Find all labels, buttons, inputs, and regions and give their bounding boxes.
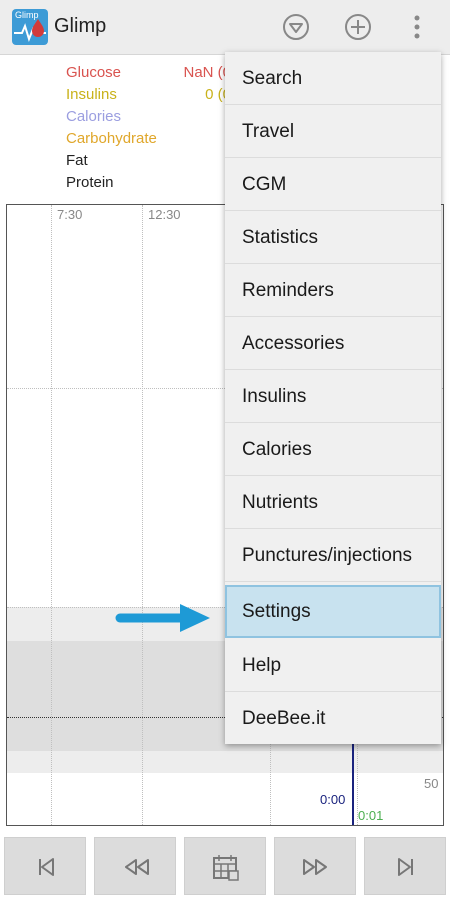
menu-item-cgm[interactable]: CGM bbox=[225, 158, 441, 211]
fast-forward-icon bbox=[303, 859, 327, 875]
skip-to-end-button[interactable] bbox=[364, 837, 446, 895]
menu-item-label: Accessories bbox=[242, 333, 345, 354]
fast-forward-button[interactable] bbox=[274, 837, 356, 895]
calendar-button[interactable] bbox=[184, 837, 266, 895]
summary-row-carbohydrate: Carbohydrate 0 bbox=[66, 128, 236, 150]
app-bar: Glimp Glimp bbox=[0, 0, 450, 55]
menu-item-label: DeeBee.it bbox=[242, 708, 326, 729]
app-title: Glimp bbox=[54, 15, 107, 37]
overflow-menu-icon[interactable] bbox=[410, 12, 424, 42]
summary-label: Fat bbox=[66, 152, 88, 169]
summary-label: Insulins bbox=[66, 86, 117, 103]
menu-item-label: Reminders bbox=[242, 280, 334, 301]
menu-item-label: Travel bbox=[242, 121, 295, 142]
menu-item-label: Settings bbox=[242, 601, 311, 622]
chart-band bbox=[7, 751, 443, 773]
time-tick-label: 7:30 bbox=[57, 207, 83, 222]
menu-item-label: Statistics bbox=[242, 227, 319, 248]
menu-item-calories[interactable]: Calories bbox=[225, 423, 441, 476]
menu-item-statistics[interactable]: Statistics bbox=[225, 211, 441, 264]
grid-line bbox=[142, 205, 143, 825]
menu-item-label: Help bbox=[242, 655, 282, 676]
summary-label: Protein bbox=[66, 174, 114, 191]
time-tick-label: 12:30 bbox=[148, 207, 181, 222]
menu-item-help[interactable]: Help bbox=[225, 639, 441, 692]
arrow-pointer-icon bbox=[115, 604, 210, 632]
menu-item-label: Calories bbox=[242, 439, 312, 460]
grid-line bbox=[51, 205, 52, 825]
summary-row-glucose: Glucose NaN (0) bbox=[66, 62, 236, 84]
menu-item-label: Punctures/injections bbox=[242, 545, 413, 566]
menu-item-travel[interactable]: Travel bbox=[225, 105, 441, 158]
menu-item-insulins[interactable]: Insulins bbox=[225, 370, 441, 423]
calendar-icon bbox=[213, 855, 239, 881]
summary-row-insulins: Insulins 0 (0) bbox=[66, 84, 236, 106]
summary-row-fat: Fat 0 bbox=[66, 150, 236, 172]
glucose-tick-label: 50 bbox=[424, 776, 439, 791]
dropdown-circle-icon[interactable] bbox=[282, 13, 310, 41]
skip-to-end-icon bbox=[398, 858, 413, 876]
summary-row-protein: Protein 0 bbox=[66, 172, 236, 194]
app-logo-icon: Glimp bbox=[12, 9, 48, 45]
start-time-label: 0:00 bbox=[320, 792, 346, 807]
menu-item-punctures-injections[interactable]: Punctures/injections bbox=[225, 529, 441, 582]
summary-label: Glucose bbox=[66, 64, 122, 81]
menu-item-label: Insulins bbox=[242, 386, 307, 407]
skip-to-start-icon bbox=[39, 858, 54, 876]
menu-item-label: CGM bbox=[242, 174, 287, 195]
menu-item-deebee[interactable]: DeeBee.it bbox=[225, 692, 441, 745]
menu-item-reminders[interactable]: Reminders bbox=[225, 264, 441, 317]
skip-to-start-button[interactable] bbox=[4, 837, 86, 895]
add-circle-icon[interactable] bbox=[344, 13, 372, 41]
menu-item-label: Nutrients bbox=[242, 492, 319, 513]
rewind-button[interactable] bbox=[94, 837, 176, 895]
menu-item-search[interactable]: Search bbox=[225, 52, 441, 105]
menu-item-label: Search bbox=[242, 68, 303, 89]
overflow-menu: Search Travel CGM Statistics Reminders A… bbox=[225, 52, 441, 744]
current-time-label: 0:01 bbox=[358, 808, 384, 823]
menu-item-nutrients[interactable]: Nutrients bbox=[225, 476, 441, 529]
summary-label: Carbohydrate bbox=[66, 130, 157, 147]
menu-item-accessories[interactable]: Accessories bbox=[225, 317, 441, 370]
rewind-icon bbox=[125, 859, 149, 875]
summary-row-calories: Calories 0 bbox=[66, 106, 236, 128]
menu-item-settings[interactable]: Settings bbox=[225, 585, 441, 638]
summary-label: Calories bbox=[66, 108, 122, 125]
daily-summary: Glucose NaN (0) Insulins 0 (0) Calories … bbox=[66, 62, 236, 194]
